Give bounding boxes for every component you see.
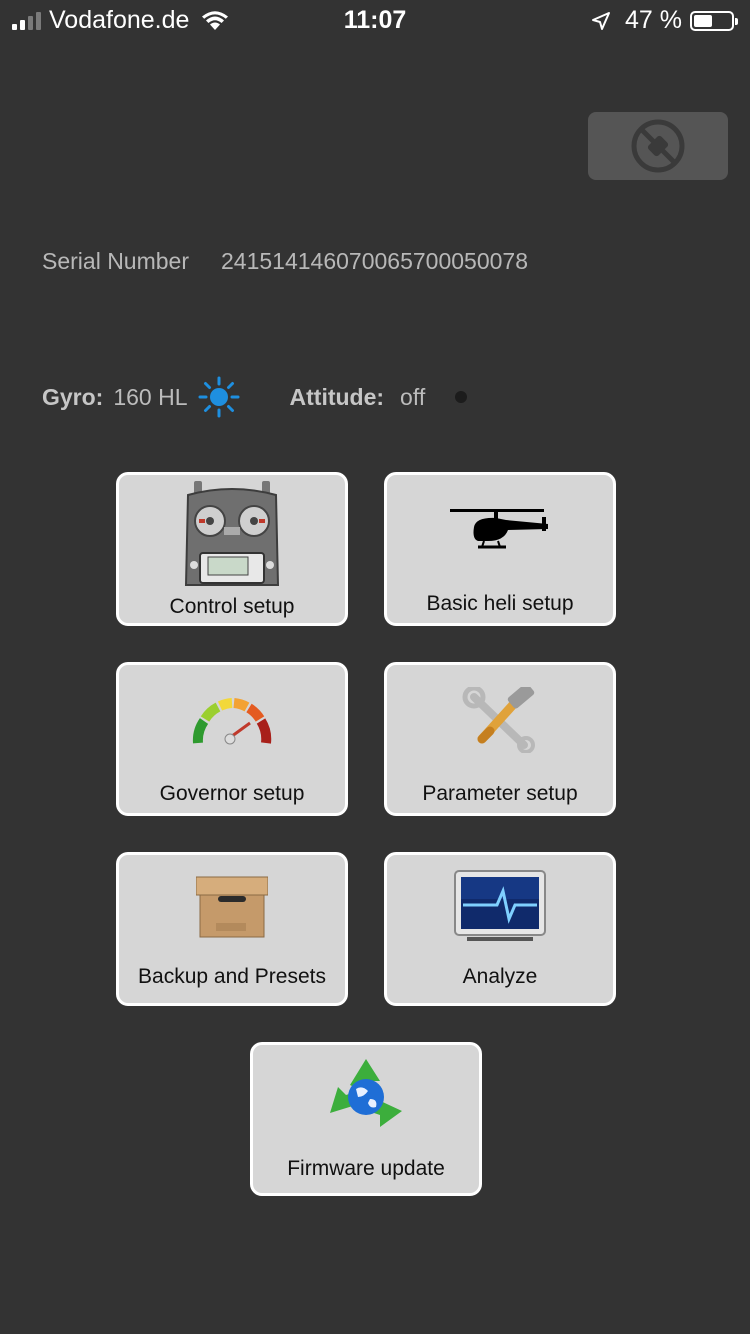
backup-and-presets-tile[interactable]: Backup and Presets: [116, 852, 348, 1006]
status-bar: Vodafone.de 11:07 47 %: [0, 0, 750, 40]
helicopter-icon: [450, 509, 548, 549]
analyze-tile[interactable]: Analyze: [384, 852, 616, 1006]
device-status-row: Gyro: 160 HL Attitude: off: [42, 376, 468, 418]
disconnect-button[interactable]: [588, 112, 728, 180]
gyro-label: Gyro:: [42, 383, 104, 410]
parameter-setup-tile[interactable]: Parameter setup: [384, 662, 616, 816]
location-arrow-icon: [592, 11, 611, 30]
serial-number-label: Serial Number: [42, 248, 189, 274]
firmware-update-tile[interactable]: Firmware update: [250, 1042, 482, 1196]
gyro-value: 160 HL: [113, 383, 188, 410]
serial-number-value: 241514146070065700050078: [221, 248, 528, 274]
control-setup-tile[interactable]: Control setup: [116, 472, 348, 626]
tools-icon: [462, 687, 535, 753]
gyro-active-icon: [198, 376, 240, 418]
gauge-icon: [192, 698, 272, 745]
attitude-value: off: [400, 383, 426, 410]
attitude-indicator: [455, 391, 468, 403]
governor-setup-tile[interactable]: Governor setup: [116, 662, 348, 816]
basic-heli-setup-tile[interactable]: Basic heli setup: [384, 472, 616, 626]
tile-label: Parameter setup: [422, 782, 578, 805]
tile-label: Governor setup: [159, 782, 305, 805]
radio-transmitter-icon: [184, 481, 280, 586]
serial-number-row: Serial Number 241514146070065700050078: [42, 248, 528, 275]
monitor-pulse-icon: [454, 870, 546, 941]
tile-label: Firmware update: [287, 1157, 445, 1180]
battery-percent: 47 %: [625, 6, 682, 34]
no-connection-icon: [631, 119, 685, 173]
tile-label: Basic heli setup: [426, 592, 574, 615]
tile-label: Analyze: [462, 965, 538, 988]
recycle-globe-icon: [330, 1059, 402, 1127]
tile-label: Control setup: [169, 595, 295, 618]
attitude-label: Attitude:: [289, 383, 385, 410]
archive-box-icon: [196, 876, 268, 938]
tile-label: Backup and Presets: [138, 965, 326, 988]
battery-icon: [690, 10, 738, 31]
